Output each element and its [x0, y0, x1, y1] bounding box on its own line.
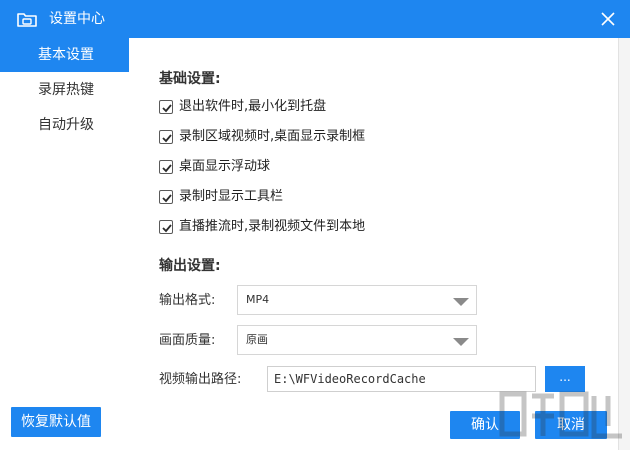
path-label: 视频输出路径:: [159, 372, 242, 387]
restore-defaults-button[interactable]: 恢复默认值: [11, 407, 101, 437]
option-floating-ball[interactable]: 桌面显示浮动球: [159, 157, 270, 177]
sidebar-item-basic-settings[interactable]: 基本设置: [0, 38, 129, 72]
check-icon: [162, 104, 172, 113]
output-settings-heading: 输出设置:: [159, 258, 221, 274]
chevron-down-icon: [452, 296, 470, 311]
quality-value: 原画: [246, 333, 268, 346]
check-icon: [162, 164, 172, 173]
settings-window: 设置中心 基本设置 录屏热键 自动升级 基础设置: 退出软件时,最小化到托盘 录…: [0, 0, 630, 450]
sidebar: 基本设置 录屏热键 自动升级: [0, 38, 129, 450]
option-label: 退出软件时,最小化到托盘: [179, 99, 327, 114]
window-title: 设置中心: [49, 11, 105, 27]
folder-camera-icon: [17, 11, 37, 27]
chevron-down-icon: [452, 336, 470, 351]
browse-button[interactable]: ...: [545, 366, 585, 392]
check-icon: [162, 194, 172, 203]
basic-settings-heading: 基础设置:: [159, 71, 221, 87]
option-label: 直播推流时,录制视频文件到本地: [179, 219, 366, 234]
cancel-button[interactable]: 取消: [535, 411, 607, 439]
format-label: 输出格式:: [159, 293, 216, 308]
checkbox[interactable]: [159, 160, 173, 174]
sidebar-item-auto-update[interactable]: 自动升级: [0, 108, 129, 142]
option-label: 录制时显示工具栏: [179, 189, 284, 204]
checkbox[interactable]: [159, 100, 173, 114]
checkbox[interactable]: [159, 220, 173, 234]
checkbox[interactable]: [159, 190, 173, 204]
option-label: 桌面显示浮动球: [179, 159, 271, 174]
close-icon: [594, 5, 622, 33]
check-icon: [162, 224, 172, 233]
option-minimize-to-tray[interactable]: 退出软件时,最小化到托盘: [159, 97, 326, 117]
quality-label: 画面质量:: [159, 333, 216, 348]
output-path-input[interactable]: E:\WFVideoRecordCache: [267, 366, 536, 392]
sidebar-item-recording-hotkeys[interactable]: 录屏热键: [0, 73, 129, 107]
title-bar: 设置中心: [0, 0, 630, 38]
settings-content: 基础设置: 退出软件时,最小化到托盘 录制区域视频时,桌面显示录制框 桌面显示浮…: [129, 38, 630, 450]
checkbox[interactable]: [159, 130, 173, 144]
option-show-recording-frame[interactable]: 录制区域视频时,桌面显示录制框: [159, 127, 365, 147]
confirm-button[interactable]: 确认: [450, 411, 520, 439]
background-window-edge: [618, 38, 630, 450]
quality-select[interactable]: 原画: [237, 325, 477, 355]
option-record-while-streaming[interactable]: 直播推流时,录制视频文件到本地: [159, 217, 365, 237]
close-button[interactable]: [594, 5, 622, 33]
format-select[interactable]: MP4: [237, 285, 477, 315]
check-icon: [162, 134, 172, 143]
option-show-toolbar[interactable]: 录制时显示工具栏: [159, 187, 283, 207]
option-label: 录制区域视频时,桌面显示录制框: [179, 129, 366, 144]
format-value: MP4: [246, 293, 270, 306]
